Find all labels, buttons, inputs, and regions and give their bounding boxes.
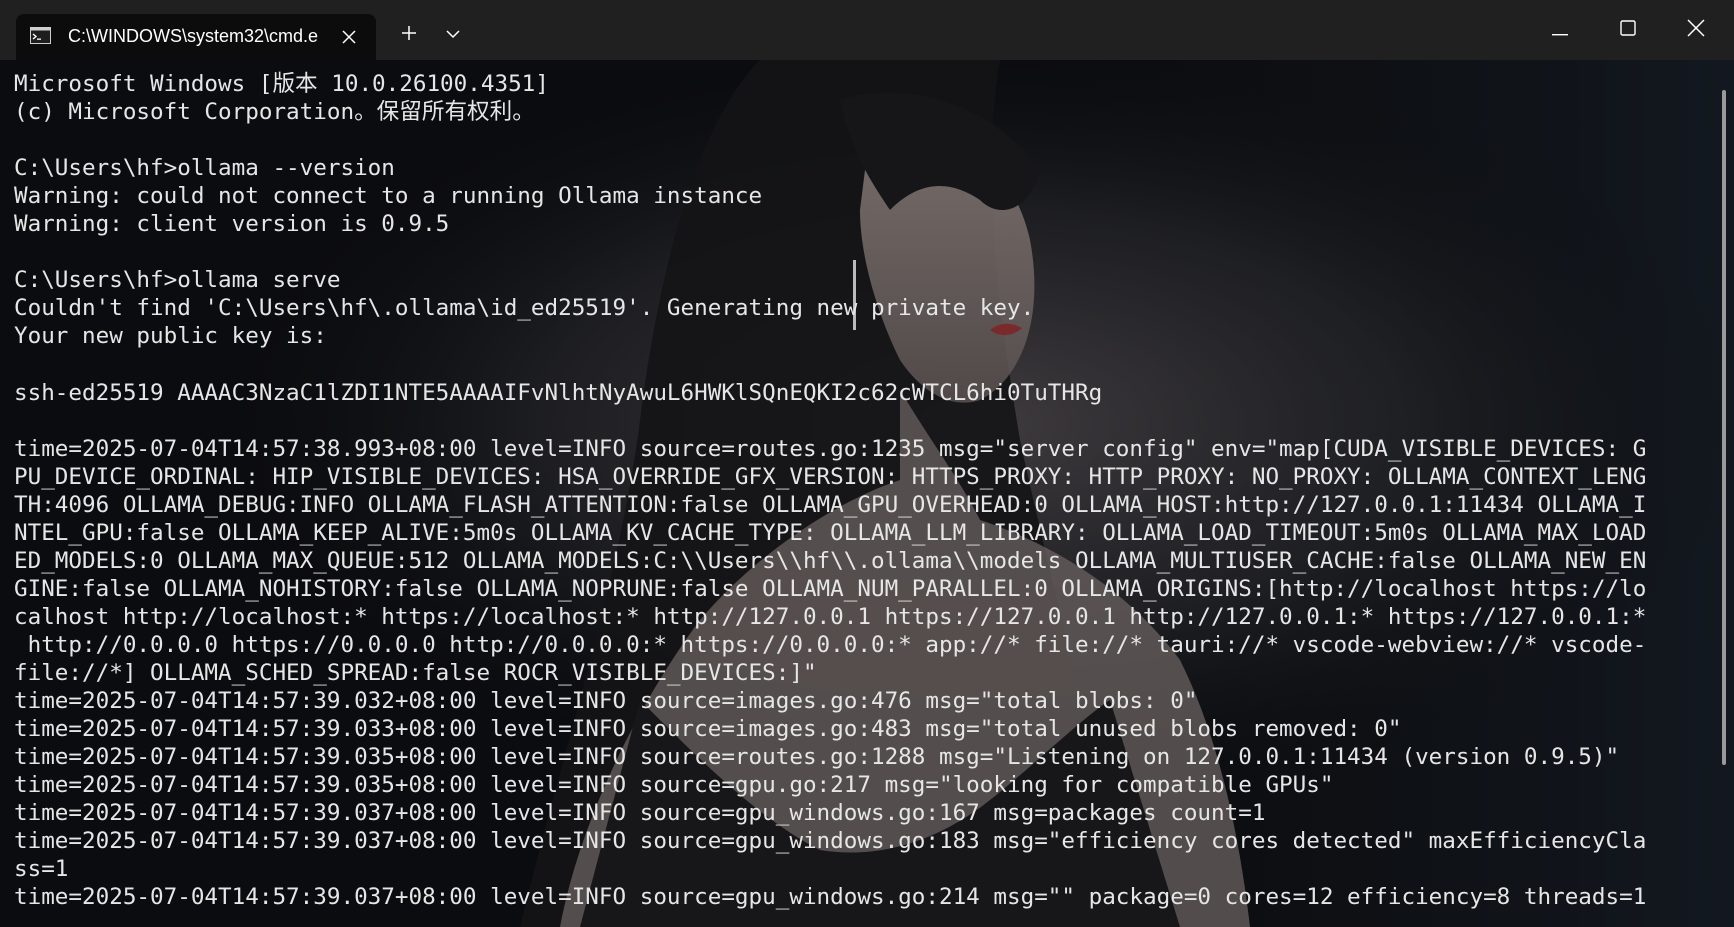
output-line: ED_MODELS:0 OLLAMA_MAX_QUEUE:512 OLLAMA_… bbox=[14, 547, 1647, 574]
output-line: TH:4096 OLLAMA_DEBUG:INFO OLLAMA_FLASH_A… bbox=[14, 491, 1647, 518]
terminal-output: Microsoft Windows [版本 10.0.26100.4351] (c… bbox=[14, 70, 1694, 911]
vertical-scrollbar[interactable] bbox=[1722, 90, 1726, 765]
cmd-icon bbox=[30, 27, 51, 44]
close-window-button[interactable] bbox=[1666, 8, 1726, 52]
close-icon bbox=[1687, 19, 1705, 41]
output-line: (c) Microsoft Corporation。保留所有权利。 bbox=[14, 99, 535, 126]
output-line: Your new public key is: bbox=[14, 323, 327, 350]
tab-title: C:\WINDOWS\system32\cmd.e bbox=[68, 26, 319, 46]
output-line: GINE:false OLLAMA_NOHISTORY:false OLLAMA… bbox=[14, 575, 1647, 602]
output-line: time=2025-07-04T14:57:39.035+08:00 level… bbox=[14, 772, 1334, 799]
output-line: calhost http://localhost:* https://local… bbox=[14, 603, 1647, 630]
tab-cmd[interactable]: C:\WINDOWS\system32\cmd.e bbox=[16, 14, 376, 60]
output-line: Warning: could not connect to a running … bbox=[14, 183, 763, 210]
maximize-icon bbox=[1620, 20, 1636, 40]
tab-close-button[interactable] bbox=[334, 22, 364, 52]
minimize-button[interactable] bbox=[1530, 8, 1590, 52]
maximize-button[interactable] bbox=[1598, 8, 1658, 52]
output-line: Couldn't find 'C:\Users\hf\.ollama\id_ed… bbox=[14, 295, 1035, 322]
output-line: file://*] OLLAMA_SCHED_SPREAD:false ROCR… bbox=[14, 659, 817, 686]
output-line: http://0.0.0.0 https://0.0.0.0 http://0.… bbox=[14, 631, 1647, 658]
output-line: time=2025-07-04T14:57:39.037+08:00 level… bbox=[14, 800, 1266, 827]
terminal-body[interactable]: Microsoft Windows [版本 10.0.26100.4351] (c… bbox=[0, 60, 1734, 927]
output-line: time=2025-07-04T14:57:39.032+08:00 level… bbox=[14, 688, 1198, 715]
output-line: Warning: client version is 0.9.5 bbox=[14, 211, 450, 238]
output-line: NTEL_GPU:false OLLAMA_KEEP_ALIVE:5m0s OL… bbox=[14, 519, 1647, 546]
output-line: Microsoft Windows [版本 10.0.26100.4351] bbox=[14, 71, 549, 97]
tab-dropdown-button[interactable] bbox=[436, 16, 470, 50]
new-tab-button[interactable] bbox=[392, 16, 426, 50]
output-line: time=2025-07-04T14:57:39.035+08:00 level… bbox=[14, 744, 1620, 771]
output-line: time=2025-07-04T14:57:38.993+08:00 level… bbox=[14, 435, 1647, 462]
chevron-down-icon bbox=[446, 24, 460, 43]
output-line: time=2025-07-04T14:57:39.033+08:00 level… bbox=[14, 716, 1402, 743]
title-bar[interactable]: C:\WINDOWS\system32\cmd.e bbox=[0, 0, 1734, 60]
output-line: ss=1 bbox=[14, 856, 69, 883]
output-line: PU_DEVICE_ORDINAL: HIP_VISIBLE_DEVICES: … bbox=[14, 463, 1647, 490]
output-line: C:\Users\hf>ollama serve bbox=[14, 267, 341, 294]
minimize-icon bbox=[1552, 21, 1568, 40]
output-line: time=2025-07-04T14:57:39.037+08:00 level… bbox=[14, 884, 1647, 911]
output-line: ssh-ed25519 AAAAC3NzaC1lZDI1NTE5AAAAIFvN… bbox=[14, 379, 1103, 406]
output-line: C:\Users\hf>ollama --version bbox=[14, 155, 395, 182]
terminal-window: C:\WINDOWS\system32\cmd.e Microsoft Wind… bbox=[0, 0, 1734, 927]
output-line: time=2025-07-04T14:57:39.037+08:00 level… bbox=[14, 828, 1647, 855]
